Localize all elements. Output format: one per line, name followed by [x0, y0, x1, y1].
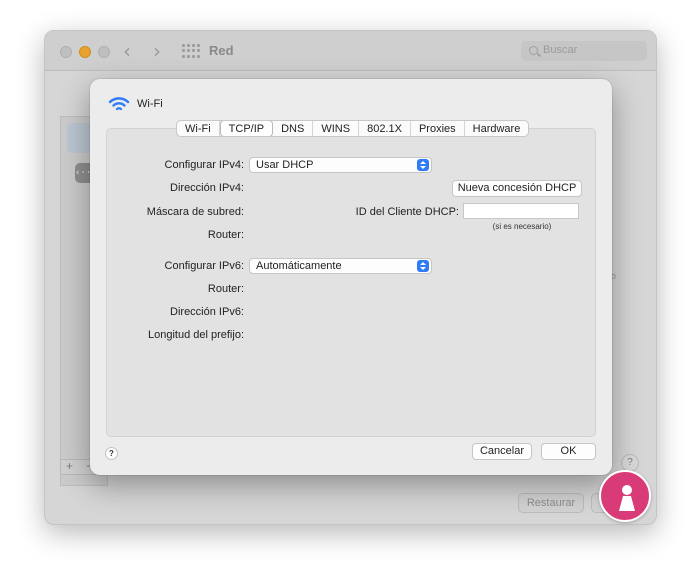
tab-tcpip[interactable]: TCP/IP — [219, 121, 274, 136]
search-placeholder: Buscar — [543, 44, 578, 56]
restore-button[interactable]: Restaurar — [518, 493, 584, 513]
close-window-button[interactable] — [60, 46, 72, 58]
configure-ipv6-popup[interactable]: Automáticamente — [249, 258, 432, 274]
sheet-title: Wi-Fi — [137, 98, 163, 110]
chevron-left-icon[interactable]: ‹ — [123, 39, 131, 63]
ipv6-address-label: Dirección IPv6: — [170, 306, 244, 318]
configure-ipv6-label: Configurar IPv6: — [164, 260, 244, 272]
help-icon[interactable]: ? — [105, 447, 118, 460]
tab-dns[interactable]: DNS — [273, 121, 314, 136]
tab-8021x[interactable]: 802.1X — [359, 121, 411, 136]
configure-ipv4-value: Usar DHCP — [256, 159, 314, 171]
dhcp-client-id-field[interactable] — [463, 203, 579, 219]
chevron-right-icon[interactable]: › — [153, 39, 161, 63]
tab-proxies[interactable]: Proxies — [411, 121, 465, 136]
settings-panel: Configurar IPv4: Usar DHCP Dirección IPv… — [106, 128, 596, 437]
window-title: Red — [209, 43, 234, 58]
wifi-icon — [108, 97, 130, 111]
search-input[interactable]: Buscar — [521, 41, 647, 61]
zoom-window-button[interactable] — [98, 46, 110, 58]
configure-ipv4-label: Configurar IPv4: — [164, 159, 244, 171]
titlebar: ‹ › Red Buscar — [45, 31, 656, 71]
tab-wifi[interactable]: Wi-Fi — [177, 121, 220, 136]
cancel-button[interactable]: Cancelar — [472, 443, 532, 460]
popup-arrows-icon — [417, 260, 429, 272]
dhcp-client-id-hint: (si es necesario) — [492, 222, 552, 231]
search-icon — [529, 46, 538, 55]
tab-wins[interactable]: WINS — [313, 121, 360, 136]
ipv6-router-label: Router: — [207, 283, 244, 295]
renew-dhcp-button[interactable]: Nueva concesión DHCP — [452, 180, 582, 197]
logo-figure-icon — [619, 485, 635, 511]
minimize-window-button[interactable] — [79, 46, 91, 58]
ipv4-router-label: Router: — [207, 229, 244, 241]
grid-icon[interactable] — [182, 44, 200, 58]
prefix-length-label: Longitud del prefijo: — [147, 329, 244, 341]
add-service-button[interactable]: + — [66, 459, 73, 473]
configure-ipv6-value: Automáticamente — [256, 260, 342, 272]
popup-arrows-icon — [417, 159, 429, 171]
dhcp-client-id-label: ID del Cliente DHCP: — [355, 206, 459, 218]
tab-hardware[interactable]: Hardware — [465, 121, 529, 136]
configure-ipv4-popup[interactable]: Usar DHCP — [249, 157, 432, 173]
ipv4-address-label: Dirección IPv4: — [170, 182, 244, 194]
ok-button[interactable]: OK — [541, 443, 596, 460]
subnet-mask-label: Máscara de subred: — [146, 206, 244, 218]
tcpip-sheet: Wi-Fi Configurar IPv4: Usar DHCP Direcci… — [90, 79, 612, 475]
tab-bar: Wi-Fi TCP/IP DNS WINS 802.1X Proxies Har… — [176, 120, 530, 137]
logo-badge — [599, 470, 651, 522]
